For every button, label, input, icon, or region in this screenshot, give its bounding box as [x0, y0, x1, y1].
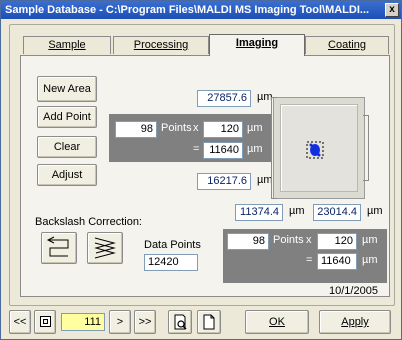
next-record-label: > — [116, 316, 124, 328]
application-window: Sample Database - C:\Program Files\MALDI… — [0, 0, 402, 340]
new-area-button[interactable]: New Area — [37, 76, 97, 102]
coord-x-field[interactable]: 11374.4 — [235, 204, 283, 221]
tab-processing-label: Processing — [133, 39, 189, 51]
area-size-field[interactable]: 11640 — [203, 142, 243, 159]
record-number-field[interactable]: 111 — [61, 313, 105, 331]
area-equals-label: = — [193, 143, 200, 155]
print-preview-button[interactable] — [168, 310, 192, 334]
lower-equals-label: = — [306, 254, 313, 266]
area-times-label: x — [193, 122, 199, 134]
left-bracket — [271, 97, 277, 199]
sample-spot-graphic — [306, 141, 324, 159]
backslash-zigzag-icon — [94, 237, 116, 259]
coord-y-unit: µm — [367, 205, 383, 217]
tab-imaging-label: Imaging — [235, 37, 279, 49]
backslash-zigzag-button[interactable] — [87, 232, 123, 264]
data-points-field[interactable]: 12420 — [144, 254, 198, 271]
apply-button[interactable]: Apply — [319, 310, 391, 334]
area-points-panel: 98 Points x 120 µm = 11640 µm — [109, 114, 271, 162]
area-top-field[interactable]: 27857.6 — [197, 90, 251, 107]
tab-sample-label: Sample — [48, 39, 86, 51]
lower-size-unit: µm — [362, 254, 378, 266]
close-icon: x — [389, 4, 395, 15]
backslash-label: Backslash Correction: — [35, 216, 142, 228]
record-selector-button[interactable] — [34, 310, 56, 334]
area-step-field[interactable]: 120 — [203, 121, 243, 138]
new-record-button[interactable] — [197, 310, 221, 334]
lower-points-panel: 98 Points x 120 µm = 11640 µm — [223, 229, 387, 283]
apply-label: Apply — [341, 316, 369, 328]
lower-points-label: Points — [273, 234, 304, 246]
new-page-icon — [203, 314, 215, 330]
print-preview-icon — [174, 314, 187, 330]
last-record-button[interactable]: >> — [134, 310, 156, 334]
clear-label: Clear — [53, 141, 81, 153]
area-size-unit: µm — [247, 143, 263, 155]
coord-y-field[interactable]: 23014.4 — [313, 204, 361, 221]
tab-imaging[interactable]: Imaging — [209, 34, 305, 56]
lower-step-field[interactable]: 120 — [317, 233, 357, 250]
first-record-label: << — [13, 316, 27, 328]
new-area-label: New Area — [43, 83, 91, 95]
first-record-button[interactable]: << — [9, 310, 31, 334]
area-points-field[interactable]: 98 — [115, 121, 157, 138]
area-bottom-field[interactable]: 16217.6 — [197, 173, 251, 190]
next-record-button[interactable]: > — [109, 310, 131, 334]
last-record-label: >> — [138, 316, 152, 328]
plate-preview-inner — [280, 104, 358, 192]
ok-button[interactable]: OK — [245, 310, 309, 334]
title-bar[interactable]: Sample Database - C:\Program Files\MALDI… — [1, 1, 401, 19]
lower-times-label: x — [306, 234, 312, 246]
window-title: Sample Database - C:\Program Files\MALDI… — [5, 4, 370, 16]
area-step-unit: µm — [247, 122, 263, 134]
lower-size-field[interactable]: 11640 — [317, 253, 357, 270]
backslash-left-button[interactable] — [41, 232, 77, 264]
lower-step-unit: µm — [362, 234, 378, 246]
ok-label: OK — [269, 316, 285, 328]
add-point-label: Add Point — [43, 111, 91, 123]
plate-preview[interactable] — [273, 97, 365, 199]
lower-points-field[interactable]: 98 — [227, 233, 269, 250]
clear-button[interactable]: Clear — [37, 136, 97, 158]
tab-sample[interactable]: Sample — [23, 36, 111, 54]
adjust-label: Adjust — [51, 169, 83, 181]
tab-coating[interactable]: Coating — [305, 36, 389, 54]
add-point-button[interactable]: Add Point — [37, 106, 97, 128]
tab-coating-label: Coating — [328, 39, 366, 51]
backslash-left-icon — [46, 236, 69, 257]
close-button[interactable]: x — [385, 3, 399, 17]
coord-x-unit: µm — [289, 205, 305, 217]
adjust-button[interactable]: Adjust — [37, 164, 97, 186]
area-points-label: Points — [161, 122, 192, 134]
right-bracket — [363, 115, 369, 181]
record-selector-icon — [39, 316, 51, 327]
tab-processing[interactable]: Processing — [113, 36, 209, 54]
data-points-label: Data Points — [144, 239, 201, 251]
date-label: 10/1/2005 — [329, 285, 378, 297]
